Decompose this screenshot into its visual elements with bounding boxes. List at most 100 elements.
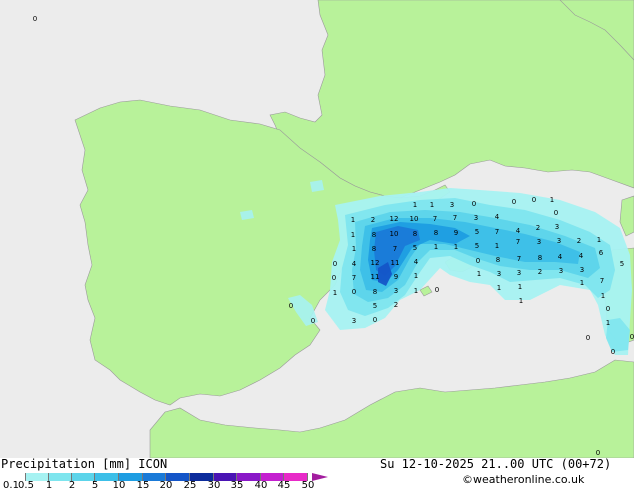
precip-value: 0 (630, 333, 634, 341)
precip-value: 0 (373, 316, 377, 324)
precip-value: 12 (371, 259, 380, 267)
precip-value: 5 (475, 242, 479, 250)
precip-value: 3 (450, 201, 454, 209)
precip-value: 8 (372, 245, 376, 253)
precip-value: 1 (601, 292, 605, 300)
precip-value: 1 (477, 270, 481, 278)
precip-value: 0 (586, 334, 590, 342)
precip-value: 3 (580, 266, 584, 274)
precip-value: 5 (373, 302, 377, 310)
precip-value: 9 (394, 273, 398, 281)
precip-value: 2 (371, 216, 375, 224)
precip-value: 0 (606, 305, 610, 313)
precip-value: 4 (414, 258, 419, 266)
precip-value: 3 (555, 223, 559, 231)
legend-tick: 5 (91, 480, 99, 491)
precip-value: 7 (495, 228, 499, 236)
precip-value: 2 (538, 268, 542, 276)
site-credit[interactable]: ©weatheronline.co.uk (462, 473, 584, 487)
precip-value: 0 (512, 198, 516, 206)
legend-tick: 15 (136, 480, 150, 491)
legend-tick: 20 (159, 480, 173, 491)
precip-value: 7 (393, 245, 397, 253)
precip-value: 1 (333, 289, 337, 297)
precip-value: 11 (391, 259, 400, 267)
precip-value: 2 (536, 224, 540, 232)
map-title: Precipitation [mm] ICON (1, 457, 168, 471)
precip-value: 8 (413, 230, 417, 238)
precip-value: 5 (620, 260, 624, 268)
precip-value: 1 (430, 201, 434, 209)
legend-tick: 50 (301, 480, 315, 491)
legend-tick-labels: 0.1 0.5 1 2 5 10 15 20 25 30 35 40 45 50 (0, 480, 340, 492)
precip-value: 1 (454, 243, 458, 251)
precip-value: 3 (537, 238, 541, 246)
precip-value: 10 (410, 215, 419, 223)
precip-value: 7 (600, 277, 604, 285)
precip-value: 1 (413, 201, 417, 209)
precip-value: 3 (474, 214, 478, 222)
precip-value: 7 (517, 255, 521, 263)
precip-value: 8 (496, 256, 500, 264)
precip-value: 1 (597, 236, 601, 244)
precip-value: 7 (433, 215, 437, 223)
precip-value: 5 (413, 244, 417, 252)
legend-tick: 40 (254, 480, 268, 491)
precip-value: 1 (497, 284, 501, 292)
precip-value: 8 (372, 231, 376, 239)
precip-value: 0 (611, 348, 615, 356)
precip-value: 4 (352, 260, 357, 268)
precip-value: 11 (371, 273, 380, 281)
precip-value: 4 (558, 253, 563, 261)
precip-value: 6 (599, 249, 604, 257)
precip-value: 1 (550, 196, 554, 204)
precip-value: 3 (559, 267, 563, 275)
precip-value: 0 (332, 274, 336, 282)
legend-tick: 1 (45, 480, 53, 491)
precip-value: 7 (352, 274, 356, 282)
precip-value: 0 (532, 196, 536, 204)
legend-tick: 25 (183, 480, 197, 491)
precip-value: 3 (557, 237, 561, 245)
precip-value: 0 (352, 288, 356, 296)
precip-value: 7 (453, 214, 457, 222)
precip-value: 0 (554, 209, 558, 217)
precip-value: 4 (495, 213, 500, 221)
legend-tick: 0.1 (3, 480, 19, 491)
legend-tick: 45 (277, 480, 291, 491)
precip-value: 1 (414, 287, 418, 295)
precip-value: 2 (394, 301, 398, 309)
forecast-datetime: Su 12-10-2025 21..00 UTC (00+72) (380, 457, 612, 471)
precip-value: 0 (472, 200, 476, 208)
precip-value: 1 (606, 319, 610, 327)
precip-value: 0 (311, 317, 315, 325)
precip-value: 10 (390, 230, 399, 238)
precip-value: 0 (289, 302, 293, 310)
precip-value: 1 (351, 216, 355, 224)
precip-value: 1 (519, 297, 523, 305)
precip-value: 0 (333, 260, 337, 268)
precip-value: 0 (476, 257, 480, 265)
precip-value: 3 (352, 317, 356, 325)
precip-value: 3 (394, 287, 398, 295)
legend-tick: 10 (112, 480, 126, 491)
precip-value: 4 (579, 252, 584, 260)
precip-value: 9 (454, 229, 458, 237)
precip-value: 7 (516, 238, 520, 246)
precipitation-map: 0 1 1 3 0 0 0 1 0 1 2 12 10 7 7 3 4 2 3 1 8 10 8 8 9 5 7 4 7 3 3 2 1 1 8 7 5… (0, 0, 634, 458)
precip-value: 1 (518, 283, 522, 291)
precip-value: 8 (434, 229, 438, 237)
precip-value: 1 (351, 231, 355, 239)
precip-value: 1 (414, 272, 418, 280)
precip-value: 5 (475, 228, 479, 236)
precip-value: 1 (434, 243, 438, 251)
precip-value: 0 (435, 286, 439, 294)
precip-value: 8 (538, 254, 542, 262)
precip-value: 8 (373, 288, 377, 296)
precip-value: 12 (390, 215, 399, 223)
precip-value: 4 (516, 227, 521, 235)
legend-tick: 30 (207, 480, 221, 491)
precip-value: 2 (577, 237, 581, 245)
precip-value: 1 (352, 245, 356, 253)
precip-value: 3 (497, 270, 501, 278)
